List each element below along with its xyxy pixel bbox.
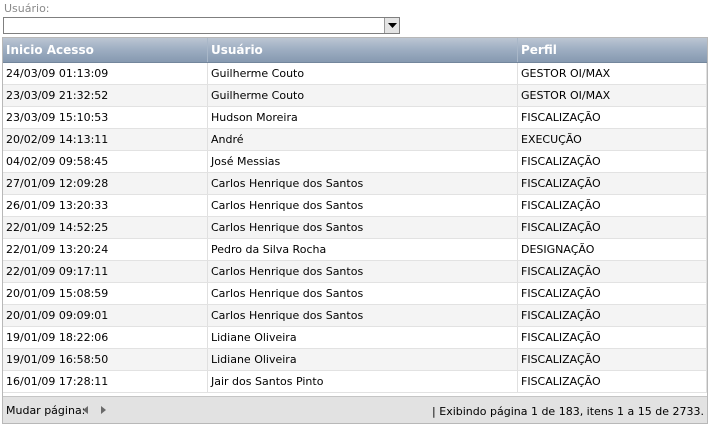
inicio-acesso-cell: 23/03/09 21:32:52: [3, 85, 208, 106]
perfil-cell: DESIGNAÇÃO: [518, 239, 707, 260]
inicio-acesso-cell: 26/01/09 13:20:33: [3, 195, 208, 216]
usuario-cell: Lidiane Oliveira: [208, 349, 518, 370]
usuario-cell: Carlos Henrique dos Santos: [208, 283, 518, 304]
usuario-cell: Carlos Henrique dos Santos: [208, 305, 518, 326]
perfil-cell: FISCALIZAÇÃO: [518, 371, 707, 392]
inicio-acesso-cell: 20/02/09 14:13:11: [3, 129, 208, 150]
usuario-cell: Hudson Moreira: [208, 107, 518, 128]
perfil-cell: FISCALIZAÇÃO: [518, 173, 707, 194]
table-row[interactable]: 22/01/09 13:20:24 Pedro da Silva Rocha DES…: [3, 239, 707, 261]
column-header-inicio-acesso[interactable]: Inicio Acesso: [3, 38, 208, 62]
table-row[interactable]: 23/03/09 15:10:53 Hudson Moreira FISCALIZA…: [3, 107, 707, 129]
grid-header: Inicio Acesso Usuário Perfil: [3, 38, 707, 63]
usuario-cell: Pedro da Silva Rocha: [208, 239, 518, 260]
perfil-cell: FISCALIZAÇÃO: [518, 349, 707, 370]
perfil-cell: FISCALIZAÇÃO: [518, 107, 707, 128]
perfil-cell: FISCALIZAÇÃO: [518, 217, 707, 238]
inicio-acesso-cell: 19/01/09 18:22:06: [3, 327, 208, 348]
inicio-acesso-cell: 16/01/09 17:28:11: [3, 371, 208, 392]
pager-bar: Mudar página: | Exibindo página 1 de 183…: [3, 396, 707, 423]
table-row[interactable]: 22/01/09 14:52:25 Carlos Henrique dos San…: [3, 217, 707, 239]
usuario-cell: Carlos Henrique dos Santos: [208, 173, 518, 194]
usuario-cell: Carlos Henrique dos Santos: [208, 195, 518, 216]
table-row[interactable]: 24/03/09 01:13:09 Guilherme Couto GESTOR O…: [3, 63, 707, 85]
table-row[interactable]: 20/01/09 15:08:59 Carlos Henrique dos San…: [3, 283, 707, 305]
table-row[interactable]: 20/01/09 09:09:01 Carlos Henrique dos San…: [3, 305, 707, 327]
triangle-right-icon[interactable]: [98, 405, 108, 415]
table-row[interactable]: 22/01/09 09:17:11 Carlos Henrique dos San…: [3, 261, 707, 283]
perfil-cell: FISCALIZAÇÃO: [518, 327, 707, 348]
inicio-acesso-cell: 22/01/09 14:52:25: [3, 217, 208, 238]
usuario-cell: Guilherme Couto: [208, 85, 518, 106]
usuario-cell: Carlos Henrique dos Santos: [208, 217, 518, 238]
table-row[interactable]: 26/01/09 13:20:33 Carlos Henrique dos San…: [3, 195, 707, 217]
inicio-acesso-cell: 04/02/09 09:58:45: [3, 151, 208, 172]
table-row[interactable]: 19/01/09 18:22:06 Lidiane Oliveira FISCALI…: [3, 327, 707, 349]
inicio-acesso-cell: 19/01/09 16:58:50: [3, 349, 208, 370]
inicio-acesso-cell: 22/01/09 09:17:11: [3, 261, 208, 282]
perfil-cell: FISCALIZAÇÃO: [518, 261, 707, 282]
inicio-acesso-cell: 24/03/09 01:13:09: [3, 63, 208, 84]
grid-body: 24/03/09 01:13:09 Guilherme Couto GESTOR O…: [3, 63, 707, 393]
dropdown-button[interactable]: [384, 18, 399, 33]
table-row[interactable]: 23/03/09 21:32:52 Guilherme Couto GESTOR O…: [3, 85, 707, 107]
inicio-acesso-cell: 23/03/09 15:10:53: [3, 107, 208, 128]
perfil-cell: FISCALIZAÇÃO: [518, 151, 707, 172]
filter-label: Usuário:: [4, 2, 50, 15]
inicio-acesso-cell: 20/01/09 15:08:59: [3, 283, 208, 304]
inicio-acesso-cell: 20/01/09 09:09:01: [3, 305, 208, 326]
usuario-cell: Lidiane Oliveira: [208, 327, 518, 348]
column-header-perfil[interactable]: Perfil: [518, 38, 707, 62]
access-grid: Inicio Acesso Usuário Perfil 24/03/09 01…: [2, 37, 708, 424]
perfil-cell: EXECUÇÃO: [518, 129, 707, 150]
usuario-cell: Carlos Henrique dos Santos: [208, 261, 518, 282]
triangle-left-icon[interactable]: [81, 405, 91, 415]
perfil-cell: FISCALIZAÇÃO: [518, 305, 707, 326]
perfil-cell: GESTOR OI/MAX: [518, 63, 707, 84]
table-row[interactable]: 16/01/09 17:28:11 Jair dos Santos Pinto FI…: [3, 371, 707, 393]
inicio-acesso-cell: 22/01/09 13:20:24: [3, 239, 208, 260]
inicio-acesso-cell: 27/01/09 12:09:28: [3, 173, 208, 194]
pager-label: Mudar página:: [6, 404, 86, 417]
table-row[interactable]: 27/01/09 12:09:28 Carlos Henrique dos San…: [3, 173, 707, 195]
table-row[interactable]: 20/02/09 14:13:11 André EXECUÇÃO: [3, 129, 707, 151]
usuario-cell: André: [208, 129, 518, 150]
pager-info: | Exibindo página 1 de 183, itens 1 a 15…: [432, 405, 704, 418]
usuario-cell: Jair dos Santos Pinto: [208, 371, 518, 392]
usuario-cell: Guilherme Couto: [208, 63, 518, 84]
usuario-cell: José Messias: [208, 151, 518, 172]
perfil-cell: GESTOR OI/MAX: [518, 85, 707, 106]
user-select[interactable]: [3, 17, 400, 34]
table-row[interactable]: 19/01/09 16:58:50 Lidiane Oliveira FISCALI…: [3, 349, 707, 371]
perfil-cell: FISCALIZAÇÃO: [518, 283, 707, 304]
column-header-usuario[interactable]: Usuário: [208, 38, 518, 62]
table-row[interactable]: 04/02/09 09:58:45 José Messias FISCALIZAÇÃ…: [3, 151, 707, 173]
chevron-down-icon: [387, 22, 397, 28]
perfil-cell: FISCALIZAÇÃO: [518, 195, 707, 216]
